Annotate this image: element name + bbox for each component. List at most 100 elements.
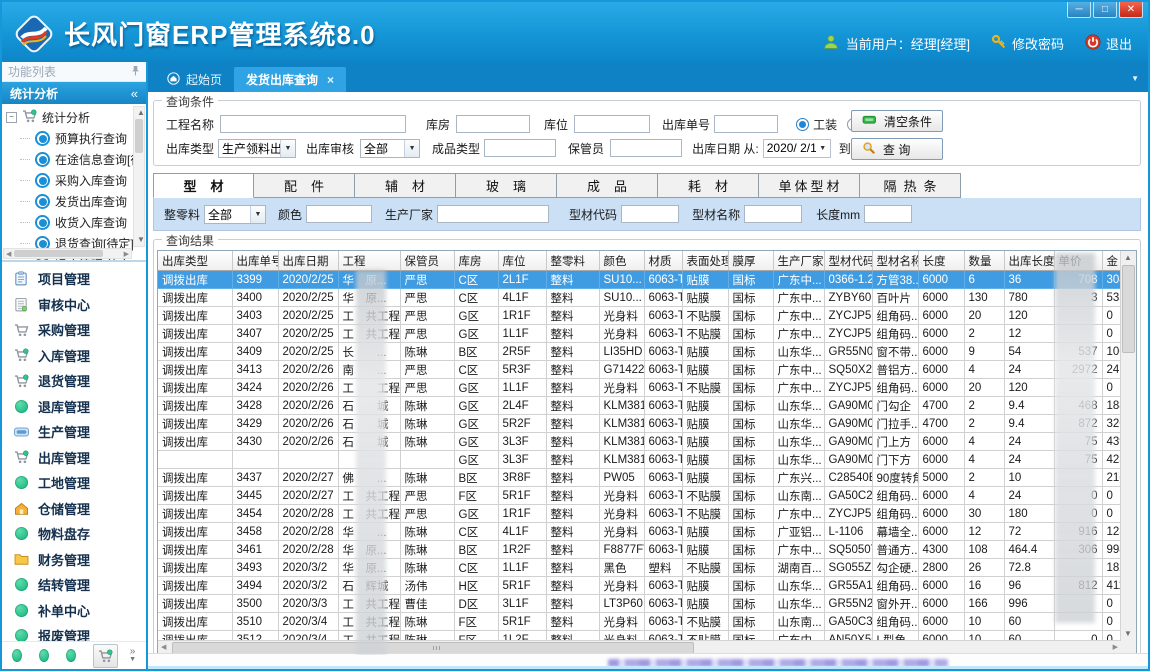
table-row[interactable]: 调拨出库34072020/2/25工 共工程严思G区1L1F整料光身料6063-… bbox=[158, 325, 1132, 343]
color-input[interactable] bbox=[306, 205, 372, 223]
column-header[interactable]: 工程 bbox=[338, 251, 400, 271]
minimize-button[interactable]: ─ bbox=[1067, 2, 1091, 18]
table-row[interactable]: 调拨出库34372020/2/27佛 ...陈琳B区3R8F整料PW056063… bbox=[158, 469, 1132, 487]
table-row[interactable]: 调拨出库34542020/2/28工 共工程严思G区1R1F整料光身料6063-… bbox=[158, 505, 1132, 523]
tree-item[interactable]: 在途信息查询[待 bbox=[6, 149, 132, 170]
pin-icon[interactable] bbox=[131, 65, 140, 79]
sidebar-item-审核中心[interactable]: 审核中心 bbox=[2, 292, 146, 318]
sidebar-item-结转管理[interactable]: 结转管理 bbox=[2, 572, 146, 598]
column-header[interactable]: 表面处理 bbox=[682, 251, 728, 271]
column-header[interactable]: 长度 bbox=[918, 251, 964, 271]
profile-name-input[interactable] bbox=[744, 205, 802, 223]
material-tab-玻璃[interactable]: 玻璃 bbox=[456, 173, 557, 198]
date-from-select[interactable]: 2020/ 2/16▼ bbox=[763, 139, 831, 158]
sidebar-item-退库管理[interactable]: 退库管理 bbox=[2, 394, 146, 420]
table-row[interactable]: 调拨出库34032020/2/25工 共工程严思G区1R1F整料光身料6063-… bbox=[158, 307, 1132, 325]
material-tab-成品[interactable]: 成品 bbox=[557, 173, 658, 198]
table-row[interactable]: 调拨出库34132020/2/26南 ...严思C区5R3F整料G7142260… bbox=[158, 361, 1132, 379]
change-password-button[interactable]: 修改密码 bbox=[991, 34, 1064, 53]
sidebar-item-项目管理[interactable]: 项目管理 bbox=[2, 266, 146, 292]
sidebar-item-生产管理[interactable]: 生产管理 bbox=[2, 419, 146, 445]
column-header[interactable]: 出库类型 bbox=[158, 251, 232, 271]
keeper-input[interactable] bbox=[610, 139, 682, 157]
sidebar-item-物料盘存[interactable]: 物料盘存 bbox=[2, 521, 146, 547]
length-input[interactable] bbox=[864, 205, 912, 223]
sidebar-item-财务管理[interactable]: 财务管理 bbox=[2, 547, 146, 573]
table-row[interactable]: 调拨出库35102020/3/4工 共工程陈琳F区5R1F整料光身料6063-T… bbox=[158, 613, 1132, 631]
column-header[interactable]: 库位 bbox=[498, 251, 546, 271]
column-header[interactable]: 膜厚 bbox=[728, 251, 773, 271]
sidebar-item-退货管理[interactable]: 退货管理 bbox=[2, 368, 146, 394]
table-row[interactable]: 调拨出库34942020/3/2石 辉城汤伟H区5R1F整料光身料6063-T5… bbox=[158, 577, 1132, 595]
sidebar-item-出库管理[interactable]: 出库管理 bbox=[2, 445, 146, 471]
logout-button[interactable]: 退出 bbox=[1085, 34, 1132, 53]
whole-part-select[interactable]: 全部▼ bbox=[204, 205, 266, 224]
column-header[interactable]: 单价 bbox=[1054, 251, 1102, 271]
material-tab-配件[interactable]: 配件 bbox=[254, 173, 355, 198]
table-row[interactable]: 调拨出库34302020/2/26石 城陈琳G区3L3F整料KLM3817606… bbox=[158, 433, 1132, 451]
table-row[interactable]: 调拨出库34612020/2/28华 原...陈琳B区1R2F整料F8877FT… bbox=[158, 541, 1132, 559]
toolbar-overflow-button[interactable]: » ▼ bbox=[129, 648, 136, 664]
table-row[interactable]: 调拨出库33992020/2/25华 原...严思C区2L1F整料SU10...… bbox=[158, 271, 1132, 289]
column-header[interactable]: 保管员 bbox=[400, 251, 454, 271]
table-row[interactable]: 调拨出库34242020/2/26工 工程严思G区1L1F整料光身料6063-T… bbox=[158, 379, 1132, 397]
material-tab-耗材[interactable]: 耗材 bbox=[658, 173, 759, 198]
out-type-select[interactable]: 生产领料出库▼ bbox=[218, 139, 296, 158]
project-name-input[interactable] bbox=[220, 115, 406, 133]
profile-code-input[interactable] bbox=[621, 205, 679, 223]
column-header[interactable]: 型材名称 bbox=[872, 251, 918, 271]
tab-list-caret-icon[interactable]: ▼ bbox=[1131, 74, 1139, 83]
out-audit-select[interactable]: 全部▼ bbox=[360, 139, 420, 158]
manufacturer-input[interactable] bbox=[437, 205, 549, 223]
column-header[interactable]: 库房 bbox=[454, 251, 498, 271]
product-type-input[interactable] bbox=[484, 139, 556, 157]
material-tab-型材[interactable]: 型材 bbox=[153, 173, 254, 198]
sidebar-item-工地管理[interactable]: 工地管理 bbox=[2, 470, 146, 496]
module-dot-icon[interactable] bbox=[66, 649, 76, 662]
sidebar-item-入库管理[interactable]: 入库管理 bbox=[2, 343, 146, 369]
table-row[interactable]: 调拨出库34582020/2/28华 ...陈琳C区4L1F整料光身料6063-… bbox=[158, 523, 1132, 541]
module-dot-icon[interactable] bbox=[39, 649, 49, 662]
column-header[interactable]: 材质 bbox=[644, 251, 682, 271]
search-button[interactable]: 查 询 bbox=[851, 138, 943, 160]
tree-horizontal-scrollbar[interactable]: ◀ ▶ bbox=[3, 248, 132, 259]
table-row[interactable]: 调拨出库34092020/2/25长 ...陈琳B区2R5F整料LI35HD60… bbox=[158, 343, 1132, 361]
column-header[interactable]: 出库长度 bbox=[1004, 251, 1054, 271]
table-row[interactable]: 调拨出库34932020/3/2华 原...陈琳C区1L1F整料黑色塑料不贴膜国… bbox=[158, 559, 1132, 577]
tab-close-icon[interactable]: × bbox=[327, 73, 334, 87]
tree-item[interactable]: 收货入库查询 bbox=[6, 212, 132, 233]
table-row[interactable]: 调拨出库34292020/2/26石 城陈琳G区5R2F整料KLM3817606… bbox=[158, 415, 1132, 433]
tree-item[interactable]: 采购入库查询 bbox=[6, 170, 132, 191]
table-row[interactable]: G区3L3F整料KLM38176063-T5贴膜国标山东华...GA90M09.… bbox=[158, 451, 1132, 469]
column-header[interactable]: 整零料 bbox=[546, 251, 599, 271]
module-dot-icon[interactable] bbox=[12, 649, 22, 662]
warehouse-input[interactable] bbox=[456, 115, 530, 133]
table-row[interactable]: 调拨出库35002020/3/3工 共工程曹佳D区3L1F整料LT3P60606… bbox=[158, 595, 1132, 613]
cart-module-button[interactable] bbox=[93, 644, 118, 668]
sidebar-item-采购管理[interactable]: 采购管理 bbox=[2, 317, 146, 343]
tree-expander-icon[interactable]: − bbox=[6, 112, 17, 123]
clear-conditions-button[interactable]: 清空条件 bbox=[851, 110, 943, 132]
material-tab-单体型材[interactable]: 单体型材 bbox=[759, 173, 860, 198]
sidebar-section-header[interactable]: 统计分析 « bbox=[2, 82, 146, 104]
column-header[interactable]: 型材代码 bbox=[824, 251, 872, 271]
tab-home[interactable]: 起始页 bbox=[155, 67, 234, 92]
sidebar-item-报废管理[interactable]: 报废管理 bbox=[2, 623, 146, 641]
location-input[interactable] bbox=[574, 115, 650, 133]
close-button[interactable]: ✕ bbox=[1119, 2, 1143, 18]
maximize-button[interactable]: □ bbox=[1093, 2, 1117, 18]
column-header[interactable]: 生产厂家 bbox=[773, 251, 824, 271]
material-tab-隔热条[interactable]: 隔热条 bbox=[860, 173, 961, 198]
table-row[interactable]: 调拨出库34282020/2/26石 城陈琳G区2L4F整料KLM3817606… bbox=[158, 397, 1132, 415]
column-header[interactable]: 数量 bbox=[964, 251, 1004, 271]
tree-root[interactable]: − 统计分析 bbox=[6, 107, 132, 128]
tree-item[interactable]: 预算执行查询 bbox=[6, 128, 132, 149]
column-header[interactable]: 出库日期 bbox=[278, 251, 338, 271]
table-vertical-scrollbar[interactable]: ▲ ▼ bbox=[1120, 251, 1136, 655]
collapse-icon[interactable]: « bbox=[131, 86, 138, 101]
tree-vertical-scrollbar[interactable]: ▲ ▼ bbox=[133, 106, 145, 247]
column-header[interactable]: 颜色 bbox=[599, 251, 644, 271]
column-header[interactable]: 出库单号 bbox=[232, 251, 278, 271]
table-row[interactable]: 调拨出库34002020/2/25华 原...严思C区4L1F整料SU10...… bbox=[158, 289, 1132, 307]
tab-shipping-out-query[interactable]: 发货出库查询 × bbox=[234, 67, 346, 92]
